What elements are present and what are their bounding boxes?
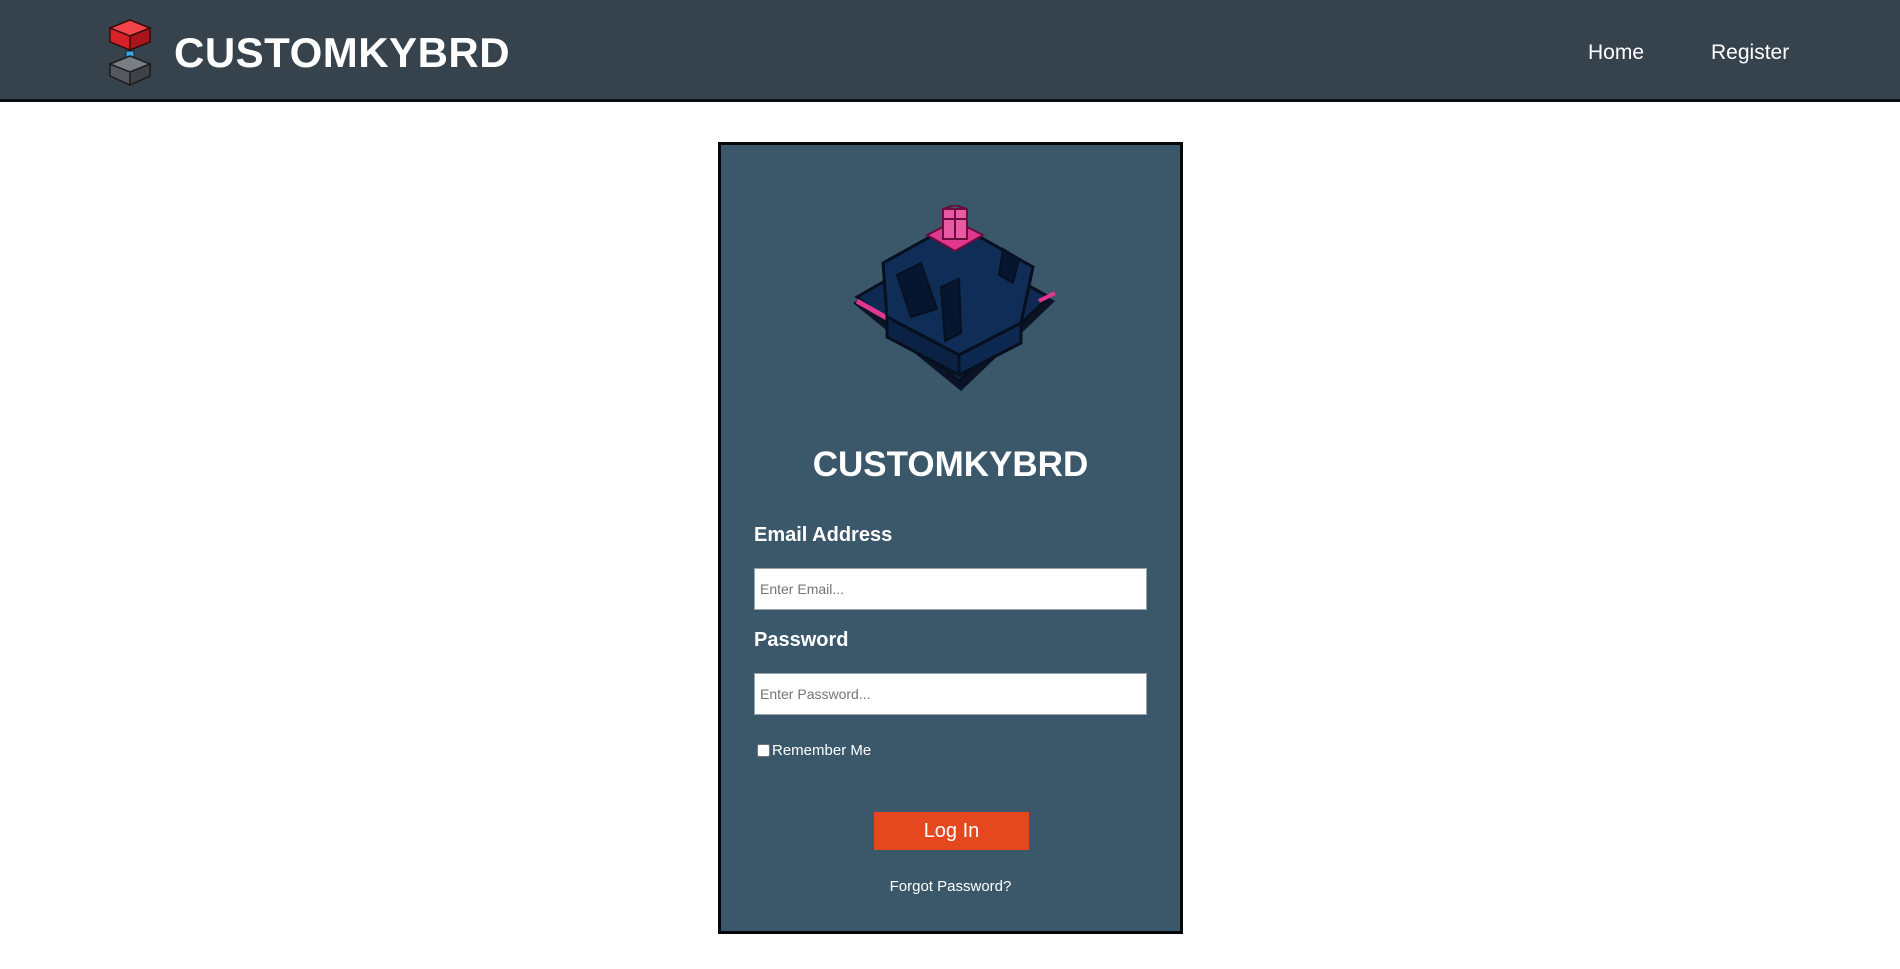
nav-register-link[interactable]: Register <box>1711 41 1789 65</box>
mechanical-switch-icon <box>853 205 1056 391</box>
login-title: CUSTOMKYBRD <box>812 445 1089 484</box>
email-label: Email Address <box>754 524 893 546</box>
password-field[interactable] <box>754 673 1147 715</box>
remember-me-row: Remember Me <box>757 742 871 759</box>
nav-home-link[interactable]: Home <box>1588 41 1644 65</box>
brand-name: CUSTOMKYBRD <box>174 29 511 76</box>
password-label: Password <box>754 629 849 651</box>
login-button[interactable]: Log In <box>874 812 1029 850</box>
login-card: CUSTOMKYBRD Email Address Password Remem… <box>718 142 1183 934</box>
forgot-password-link[interactable]: Forgot Password? <box>721 878 1180 895</box>
remember-me-checkbox[interactable] <box>757 744 770 757</box>
top-navbar: CUSTOMKYBRD Home Register <box>0 0 1900 102</box>
keyboard-switch-icon <box>107 19 153 87</box>
remember-me-label[interactable]: Remember Me <box>772 742 871 759</box>
email-field[interactable] <box>754 568 1147 610</box>
brand[interactable]: CUSTOMKYBRD <box>104 18 510 88</box>
